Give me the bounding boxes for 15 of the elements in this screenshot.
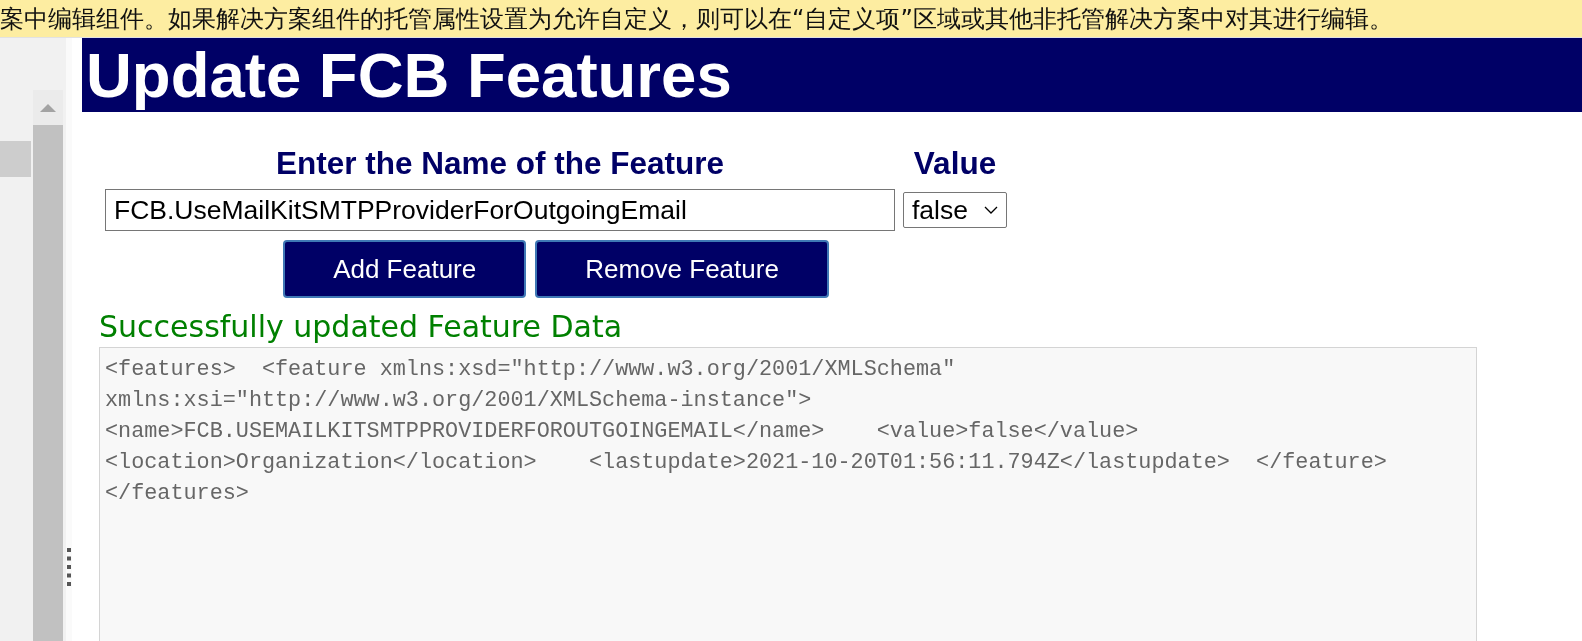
- notice-text: 案中编辑组件。如果解决方案组件的托管属性设置为允许自定义，则可以在“自定义项”区域或其他非托管解决方案中对其进行编辑。: [0, 3, 1393, 35]
- value-label: Value: [913, 146, 997, 180]
- scrollbar-thumb[interactable]: [33, 125, 63, 641]
- xml-output-field[interactable]: <features> <feature xmlns:xsd="http://www.w3.org/2001/XMLSchema" xmlns:xsi="http://www.w3.org/2001/XMLSchema-instance"> <name>FCB.USEMAILKITSMTPPROVIDERFOROUTGOINGEMAIL</name> <value>false</value> <location>Organization</location> <lastupdate>2021-10-20T01:56:11.794Z</lastupdate> </feature> </features>: [99, 347, 1477, 641]
- scroll-up-button[interactable]: [33, 90, 63, 125]
- remove-feature-button[interactable]: Remove Feature: [535, 240, 829, 298]
- drag-handle-icon[interactable]: [67, 548, 71, 586]
- value-select[interactable]: false: [903, 192, 1007, 228]
- page-title: Update FCB Features: [86, 39, 732, 112]
- triangle-up-icon: [40, 103, 56, 112]
- chevron-down-icon: [984, 206, 998, 214]
- feature-name-label: Enter the Name of the Feature: [275, 146, 725, 180]
- success-message: Successfully updated Feature Data: [99, 308, 623, 346]
- add-feature-button[interactable]: Add Feature: [283, 240, 527, 298]
- feature-name-field[interactable]: FCB.UseMailKitSMTPProviderForOutgoingEmail: [105, 189, 895, 231]
